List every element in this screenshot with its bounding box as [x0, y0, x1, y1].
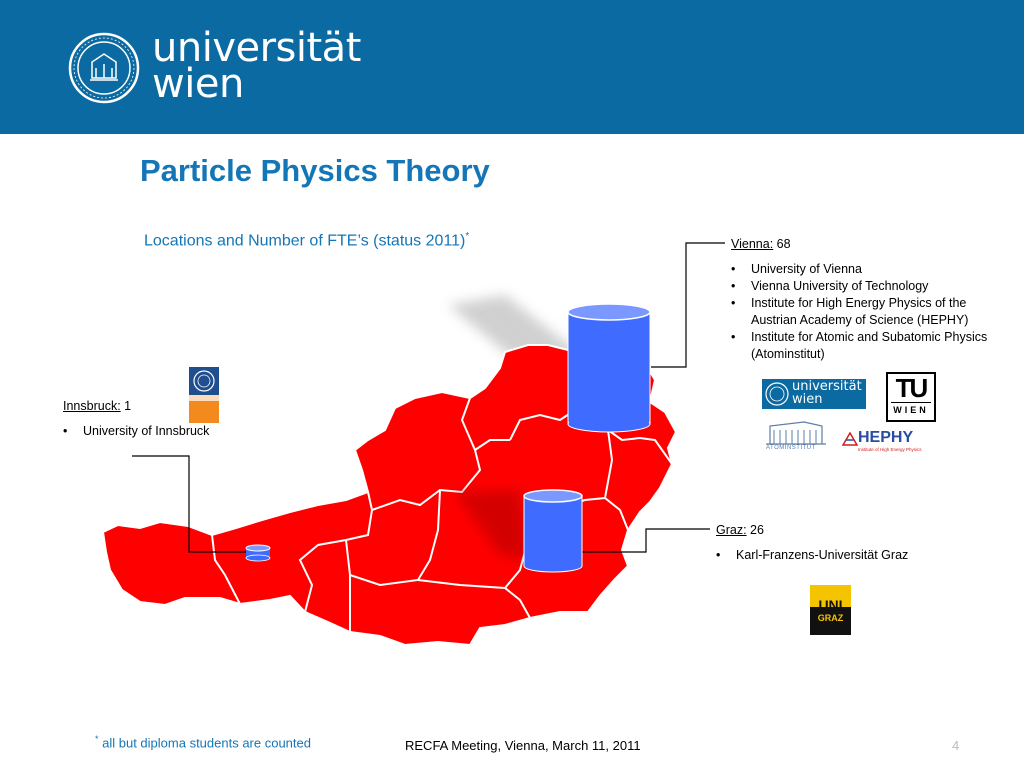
- vienna-callout: Vienna: 68 University of Vienna Vienna U…: [731, 236, 1011, 363]
- list-item: Institute for Atomic and Subatomic Physi…: [731, 329, 1011, 363]
- list-item: University of Vienna: [731, 261, 1011, 278]
- graz-fte: 26: [750, 523, 764, 537]
- uni-graz-logo: UNI GRAZ: [810, 585, 851, 635]
- graz-name: Graz:: [716, 523, 747, 537]
- uni-innsbruck-logo-icon: [189, 367, 219, 423]
- list-item: Vienna University of Technology: [731, 278, 1011, 295]
- uni-wien-logo-line2: wien: [792, 392, 823, 407]
- tu-logo-bottom: WIEN: [891, 402, 931, 417]
- vienna-fte: 68: [776, 237, 791, 251]
- uni-wien-logo: universität wien: [762, 379, 866, 409]
- uni-graz-logo-top: UNI: [818, 597, 843, 613]
- vienna-heading: Vienna: 68: [731, 236, 1011, 253]
- austria-map: [101, 242, 725, 647]
- list-item: Institute for High Energy Physics of the…: [731, 295, 1011, 329]
- atominstitut-label: ATOMINSTITUT: [766, 445, 816, 451]
- vienna-leader: [651, 242, 725, 368]
- footnote: * all but diploma students are counted: [95, 734, 311, 750]
- footnote-text: all but diploma students are counted: [98, 735, 311, 751]
- tu-logo-top: TU: [895, 373, 929, 403]
- graz-cylinder: [523, 489, 583, 573]
- tu-wien-logo: TU WIEN: [886, 372, 936, 422]
- uni-wien-seal-icon: [765, 382, 789, 406]
- innsbruck-cylinder: [245, 544, 271, 562]
- innsbruck-list: University of Innsbruck: [63, 423, 263, 440]
- innsbruck-fte: 1: [124, 399, 132, 413]
- atominstitut-logo: ATOMINSTITUT: [764, 418, 828, 454]
- innsbruck-heading: Innsbruck: 1: [63, 398, 263, 415]
- hephy-label: HEPHY: [858, 429, 914, 446]
- innsbruck-callout: Innsbruck: 1 University of Innsbruck: [63, 398, 263, 440]
- hephy-mark-icon: [842, 432, 858, 446]
- page-number: 4: [952, 738, 960, 753]
- graz-heading: Graz: 26: [716, 522, 956, 539]
- vienna-name: Vienna:: [731, 237, 774, 251]
- uni-graz-logo-bottom: GRAZ: [817, 613, 844, 623]
- list-item: University of Innsbruck: [63, 423, 263, 440]
- uni-wien-wordmark: universität wien: [792, 380, 862, 406]
- vienna-cylinder: [567, 303, 651, 433]
- hephy-logo: HEPHY Institute of High Energy Physics: [842, 429, 922, 455]
- list-item: Karl-Franzens-Universität Graz: [716, 547, 956, 564]
- vienna-list: University of Vienna Vienna University o…: [731, 261, 1011, 363]
- footer-meeting: RECFA Meeting, Vienna, March 11, 2011: [405, 738, 641, 753]
- atominstitut-building-icon: [766, 421, 826, 445]
- hephy-sublabel: Institute of High Energy Physics: [858, 447, 922, 452]
- innsbruck-name: Innsbruck:: [63, 399, 121, 413]
- graz-callout: Graz: 26 Karl-Franzens-Universität Graz: [716, 522, 956, 564]
- graz-list: Karl-Franzens-Universität Graz: [716, 547, 956, 564]
